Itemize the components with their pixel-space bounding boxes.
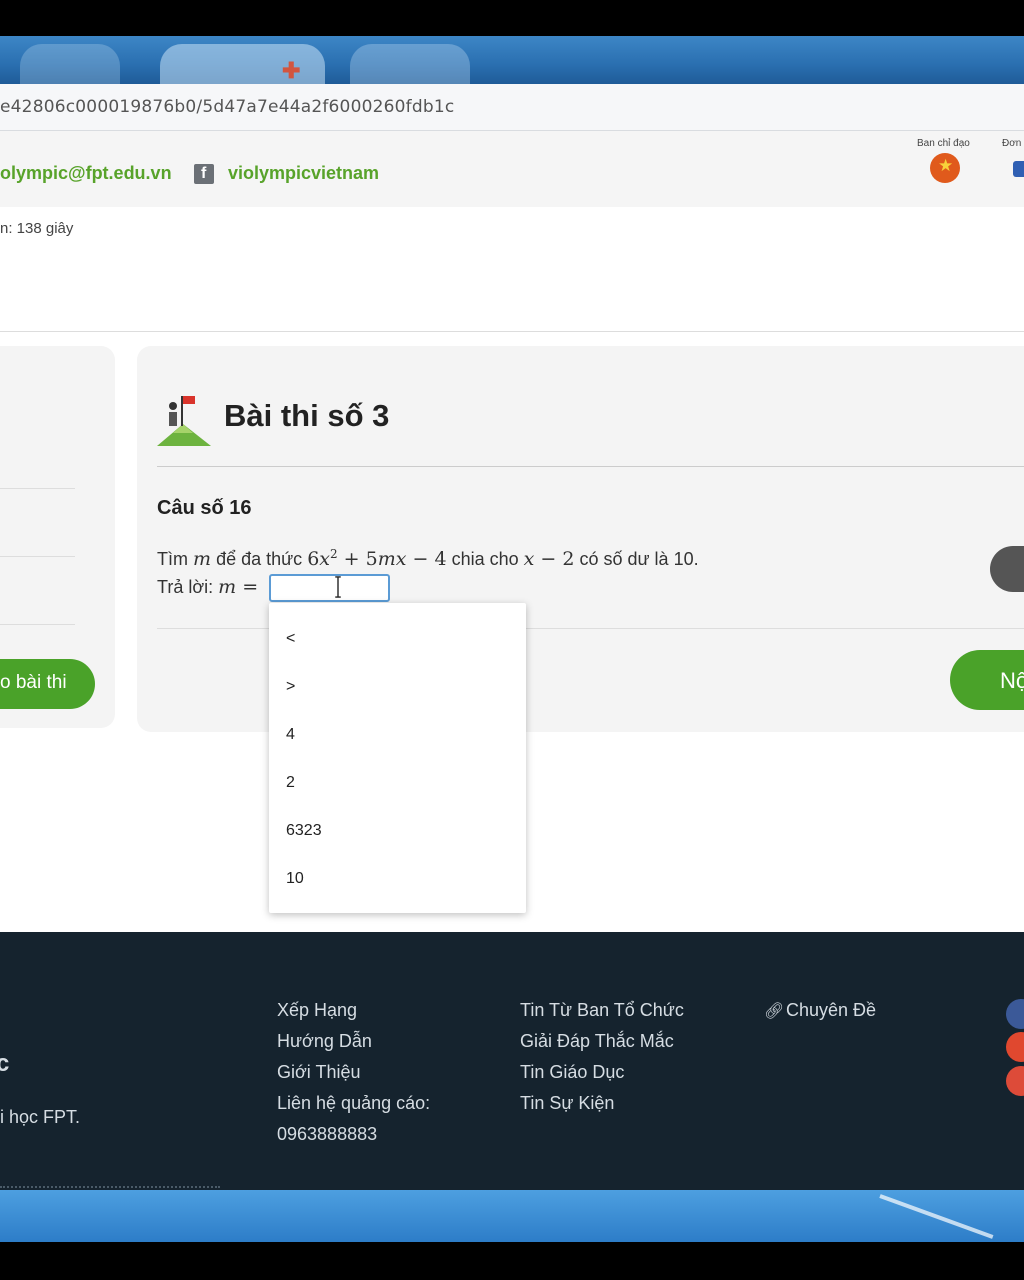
autocomplete-option[interactable]: >	[286, 678, 295, 696]
divider	[157, 466, 1024, 467]
wallpaper-streak	[879, 1194, 994, 1239]
footer-ads-contact: Liên hệ quảng cáo:	[277, 1093, 431, 1113]
sponsor-label: Ban chỉ đạo	[917, 138, 970, 149]
url-text: e42806c000019876b0/5d47a7e44a2f6000260fd…	[0, 97, 455, 117]
footer-link-ranking[interactable]: Xếp Hạng	[277, 1000, 357, 1021]
question-text: Tìm m để đa thức 6x2 + 5mx − 4 chia cho …	[157, 547, 699, 570]
facebook-icon[interactable]	[1006, 999, 1024, 1029]
emblem-icon: ★	[930, 153, 960, 183]
autocomplete-option[interactable]: 10	[286, 870, 304, 888]
timer-text: n: 138 giây	[0, 220, 74, 237]
submit-answer-button[interactable]: Nộ	[950, 650, 1024, 710]
footer-link-faq[interactable]: Giải Đáp Thắc Mắc	[520, 1031, 674, 1052]
footer-link-topics[interactable]: Chuyên Đề	[786, 1000, 876, 1021]
answer-label: Trả lời: m =	[157, 576, 259, 598]
autocomplete-dropdown: < > 4 2 6323 10	[269, 603, 526, 913]
sponsor-logo-icon	[1013, 161, 1024, 177]
new-tab-icon[interactable]: ✚	[282, 58, 300, 84]
question-number: Câu số 16	[157, 497, 252, 519]
browser-tab[interactable]	[350, 44, 470, 84]
google-plus-icon[interactable]	[1006, 1066, 1024, 1096]
answer-input[interactable]	[269, 574, 390, 602]
text-cursor-icon	[335, 576, 341, 598]
divider	[0, 331, 1024, 332]
sponsor-label-2: Đơn	[1002, 138, 1022, 149]
divider	[0, 624, 75, 625]
divider	[0, 556, 75, 557]
facebook-icon[interactable]: f	[194, 164, 214, 184]
youtube-icon[interactable]	[1006, 1032, 1024, 1062]
address-bar[interactable]: e42806c000019876b0/5d47a7e44a2f6000260fd…	[0, 84, 1024, 131]
autocomplete-option[interactable]: <	[286, 630, 295, 648]
footer-link-about[interactable]: Giới Thiệu	[277, 1062, 361, 1083]
footer-link-organizer-news[interactable]: Tin Từ Ban Tổ Chức	[520, 1000, 684, 1021]
footer-link-event-news[interactable]: Tin Sự Kiện	[520, 1093, 614, 1114]
mountain-flag-icon	[157, 396, 211, 446]
facebook-link[interactable]: violympicvietnam	[228, 163, 379, 184]
footer-link-guide[interactable]: Hướng Dẫn	[277, 1031, 372, 1052]
footer-link-education-news[interactable]: Tin Giáo Dục	[520, 1062, 624, 1083]
os-taskbar	[0, 1190, 1024, 1242]
exam-title: Bài thi số 3	[224, 398, 390, 433]
contact-bar: olympic@fpt.edu.vn f violympicvietnam Ba…	[0, 131, 1024, 207]
link-icon: 🔗︎	[764, 1003, 785, 1020]
contact-email[interactable]: olympic@fpt.edu.vn	[0, 163, 172, 184]
footer-phone[interactable]: 0963888883	[277, 1124, 377, 1145]
divider	[0, 488, 75, 489]
footer-brand-fragment: c	[0, 1050, 10, 1077]
autocomplete-option[interactable]: 6323	[286, 822, 322, 840]
autocomplete-option[interactable]: 4	[286, 726, 295, 744]
site-footer: c i học FPT. Xếp Hạng Hướng Dẫn Giới Thi…	[0, 932, 1024, 1190]
submit-exam-button[interactable]: o bài thi	[0, 659, 95, 709]
browser-tab-strip: ✚	[0, 36, 1024, 84]
browser-tab[interactable]	[20, 44, 120, 84]
footer-copyright-fragment: i học FPT.	[0, 1107, 81, 1127]
autocomplete-option[interactable]: 2	[286, 774, 295, 792]
